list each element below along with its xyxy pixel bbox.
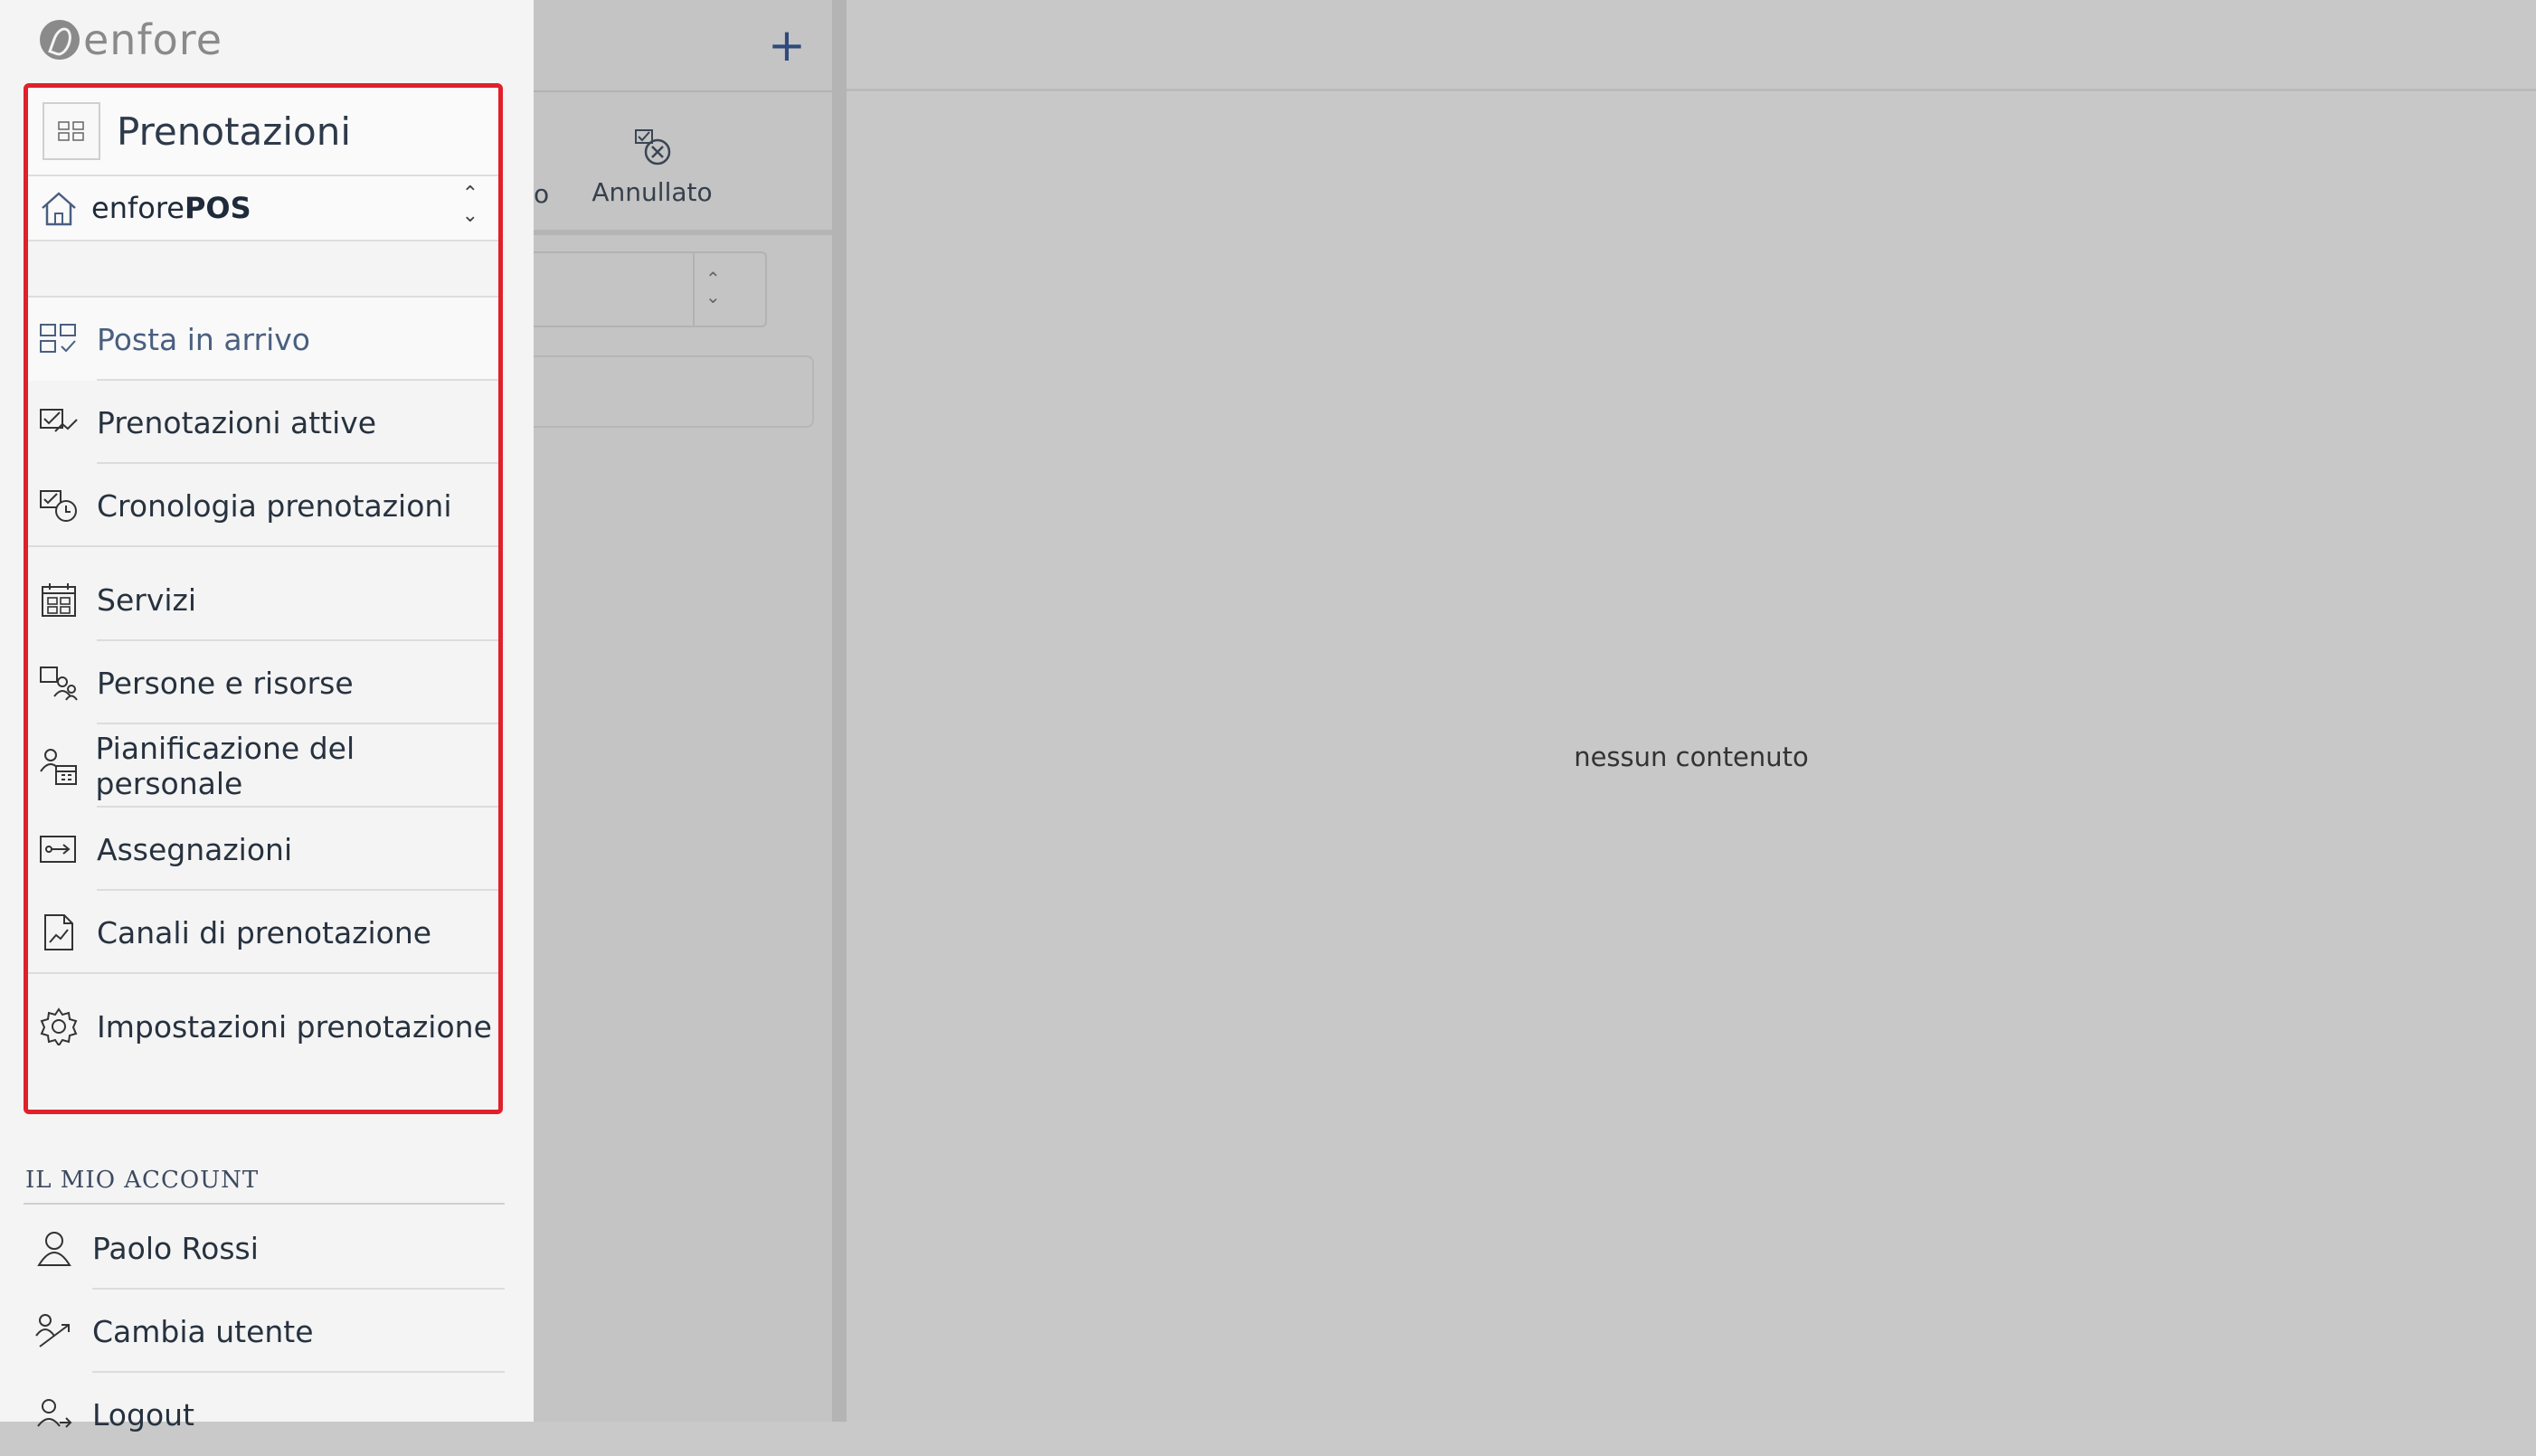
enfore-logo: enfore	[40, 15, 222, 64]
account-item-switch-user[interactable]: Cambia utente	[24, 1290, 505, 1373]
account-menu: Paolo Rossi Cambia utente Logout	[24, 1206, 505, 1456]
navigation-drawer: enfore Prenotazioni enforePOS ⌃⌄ Posta	[0, 0, 534, 1432]
account-section-title: IL MIO ACCOUNT	[25, 1167, 260, 1194]
tab-fragment-label[interactable]: o	[534, 179, 549, 209]
logo-text: enfore	[83, 15, 222, 64]
highlight-box	[24, 83, 503, 1114]
background-search-input[interactable]	[534, 355, 814, 428]
chevron-updown-icon: ⌃ ⌄	[705, 268, 721, 307]
background-status-tabs: o Annullato	[534, 92, 832, 235]
empty-state-text: nessun contenuto	[1574, 742, 1809, 772]
tab-cancelled-label: Annullato	[591, 177, 713, 207]
panel-divider[interactable]	[832, 0, 847, 1422]
account-item-label: Logout	[92, 1396, 194, 1432]
tab-cancelled[interactable]: Annullato	[575, 125, 729, 207]
background-list-topbar: +	[534, 0, 832, 92]
enfore-logo-icon	[40, 20, 80, 60]
logout-icon	[33, 1393, 76, 1436]
cancelled-icon	[635, 129, 671, 165]
account-item-label: Paolo Rossi	[92, 1230, 259, 1266]
background-main-topbar	[847, 0, 2536, 91]
account-item-user[interactable]: Paolo Rossi	[24, 1206, 505, 1290]
switch-user-icon	[33, 1309, 76, 1353]
user-icon	[33, 1226, 76, 1270]
plus-icon[interactable]: +	[760, 18, 814, 72]
background-select[interactable]: ⌃ ⌄	[534, 251, 767, 327]
background-list-panel: + o Annullato ⌃ ⌄	[534, 0, 832, 1422]
account-item-label: Cambia utente	[92, 1313, 314, 1349]
account-item-logout[interactable]: Logout	[24, 1373, 505, 1456]
background-main-panel: nessun contenuto	[847, 0, 2536, 1422]
divider	[24, 1203, 505, 1205]
